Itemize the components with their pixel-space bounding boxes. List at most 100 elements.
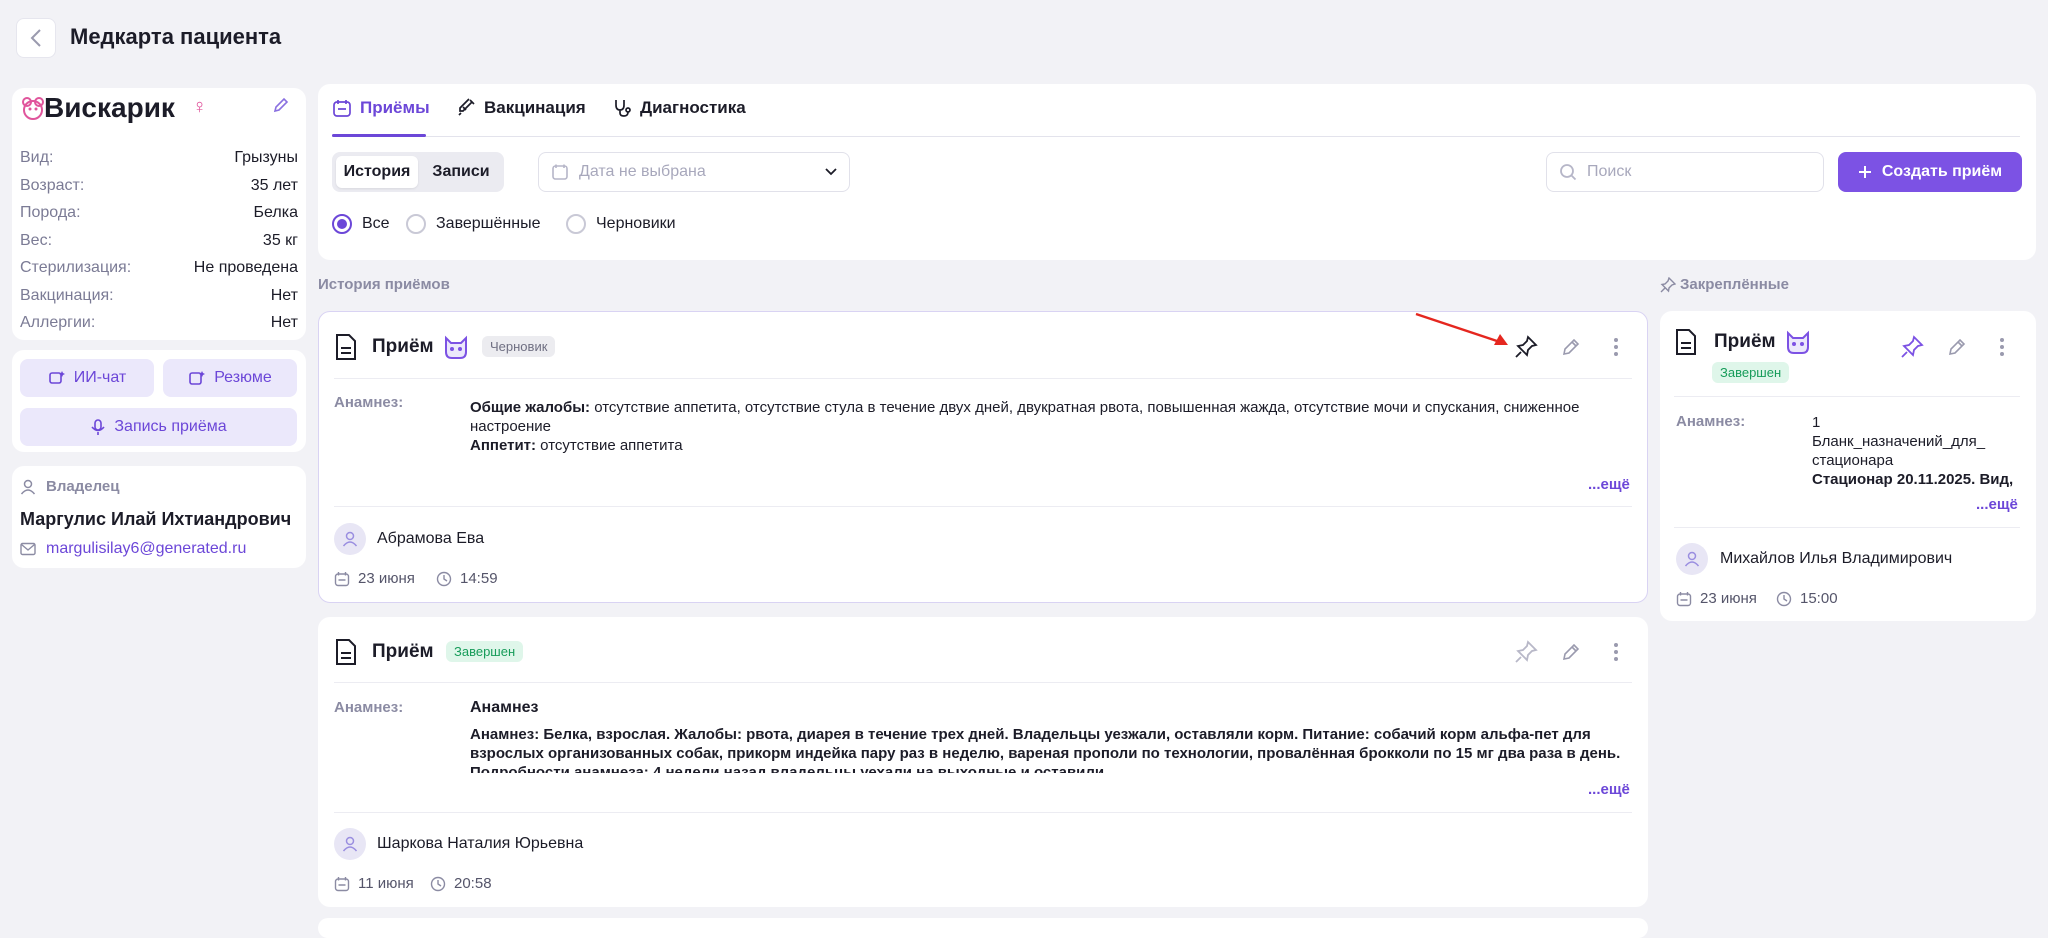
document-icon xyxy=(334,638,358,666)
more-options-button[interactable] xyxy=(1602,333,1630,361)
filter-completed[interactable]: Завершённые xyxy=(406,214,540,234)
edit-patient-button[interactable] xyxy=(272,96,290,114)
avatar xyxy=(334,828,366,860)
pin-button[interactable] xyxy=(1512,638,1540,666)
stethoscope-icon xyxy=(615,100,631,117)
pin-icon xyxy=(1660,276,1676,292)
date-picker[interactable]: Дата не выбрана xyxy=(538,152,850,192)
divider xyxy=(334,506,1632,507)
visit-date: 23 июня xyxy=(334,570,415,587)
divider xyxy=(334,812,1632,813)
ai-cat-icon xyxy=(1784,329,1812,355)
radio-unselected xyxy=(566,214,586,234)
more-options-button[interactable] xyxy=(1602,638,1630,666)
clock-icon xyxy=(1776,591,1792,606)
divider xyxy=(334,378,1632,379)
record-visit-button[interactable]: Запись приёма xyxy=(20,408,297,446)
pencil-icon xyxy=(1562,338,1580,356)
tab-vaccination[interactable]: Вакцинация xyxy=(456,98,586,118)
calendar-icon xyxy=(334,876,350,891)
show-more-link[interactable]: ...ещё xyxy=(1976,496,2018,513)
calendar-icon xyxy=(552,164,568,180)
calendar-icon xyxy=(1676,591,1692,606)
summary-icon xyxy=(189,371,206,385)
pin-icon xyxy=(1901,335,1924,358)
clock-icon xyxy=(430,876,446,891)
create-visit-button[interactable]: Создать приём xyxy=(1838,152,2022,192)
anamnesis-label: Анамнез: xyxy=(334,394,404,411)
doctor-name: Михайлов Илья Владимирович xyxy=(1720,550,1953,567)
mail-icon xyxy=(20,542,36,556)
visit-time: 14:59 xyxy=(436,570,498,587)
tab-visits[interactable]: Приёмы xyxy=(332,98,430,118)
microphone-icon xyxy=(91,419,105,435)
search-input[interactable]: Поиск xyxy=(1546,152,1824,192)
visit-time: 15:00 xyxy=(1776,590,1838,607)
doctor-name: Абрамова Ева xyxy=(377,530,485,547)
visit-date: 23 июня xyxy=(1676,590,1757,607)
visit-title: Приём xyxy=(372,641,434,662)
segment-records[interactable]: Записи xyxy=(422,156,500,188)
edit-button[interactable] xyxy=(1557,638,1585,666)
more-vertical-icon xyxy=(2000,338,2004,356)
more-options-button[interactable] xyxy=(1988,333,2016,361)
pinned-section-label: Закреплённые xyxy=(1660,276,1789,293)
chevron-down-icon xyxy=(825,168,837,176)
segment-history[interactable]: История xyxy=(336,156,418,188)
visit-title: Приём xyxy=(372,336,434,357)
more-vertical-icon xyxy=(1614,338,1618,356)
document-icon xyxy=(334,333,358,361)
field-sterilization: Стерилизация: Не проведена xyxy=(20,259,298,276)
divider xyxy=(334,682,1632,683)
patient-name: Вискарик xyxy=(44,92,175,123)
unpin-button[interactable] xyxy=(1898,333,1926,361)
calendar-icon xyxy=(333,100,351,117)
edit-button[interactable] xyxy=(1943,333,1971,361)
show-more-link[interactable]: ...ещё xyxy=(1588,781,1630,798)
divider xyxy=(1674,396,2020,397)
user-icon xyxy=(20,479,36,494)
user-icon xyxy=(342,836,358,852)
avatar xyxy=(334,523,366,555)
pencil-icon xyxy=(273,97,289,113)
document-icon xyxy=(1674,328,1698,356)
pinned-visit-title: Приём xyxy=(1714,331,1776,352)
female-icon: ♀ xyxy=(192,96,207,118)
show-more-link[interactable]: ...ещё xyxy=(1588,476,1630,493)
status-badge: Завершен xyxy=(1712,362,1790,383)
status-badge: Черновик xyxy=(482,336,556,357)
anamnesis-heading: Анамнез xyxy=(470,699,539,716)
anamnesis-text: Анамнез: Белка, взрослая. Жалобы: рвота,… xyxy=(470,726,1621,773)
avatar xyxy=(1676,543,1708,575)
filter-all[interactable]: Все xyxy=(332,214,390,234)
visit-card[interactable] xyxy=(318,918,1648,938)
active-tab-indicator xyxy=(332,134,426,137)
ai-sparkle-icon xyxy=(48,371,65,384)
summary-button[interactable]: Резюме xyxy=(163,359,297,397)
history-section-label: История приёмов xyxy=(318,276,450,293)
ai-cat-icon xyxy=(442,334,470,360)
annotation-arrow xyxy=(1414,312,1514,352)
visit-time: 20:58 xyxy=(430,875,492,892)
chevron-left-icon xyxy=(30,29,41,47)
visit-date: 11 июня xyxy=(334,875,414,892)
pencil-icon xyxy=(1948,338,1966,356)
owner-label: Владелец xyxy=(20,478,119,495)
pin-icon xyxy=(1515,335,1538,358)
pin-button[interactable] xyxy=(1512,333,1540,361)
anamnesis-label: Анамнез: xyxy=(334,699,404,716)
divider xyxy=(1674,527,2020,528)
pencil-icon xyxy=(1562,643,1580,661)
owner-email-link[interactable]: margulisilay6@generated.ru xyxy=(20,540,246,558)
radio-selected xyxy=(332,214,352,234)
anamnesis-label: Анамнез: xyxy=(1676,413,1746,430)
back-button[interactable] xyxy=(16,18,56,58)
field-allergies: Аллергии: Нет xyxy=(20,314,298,331)
status-badge: Завершен xyxy=(446,641,524,662)
radio-unselected xyxy=(406,214,426,234)
filter-drafts[interactable]: Черновики xyxy=(566,214,676,234)
ai-chat-button[interactable]: ИИ-чат xyxy=(20,359,154,397)
tab-diagnostics[interactable]: Диагностика xyxy=(612,98,746,118)
user-icon xyxy=(342,531,358,547)
edit-button[interactable] xyxy=(1557,333,1585,361)
